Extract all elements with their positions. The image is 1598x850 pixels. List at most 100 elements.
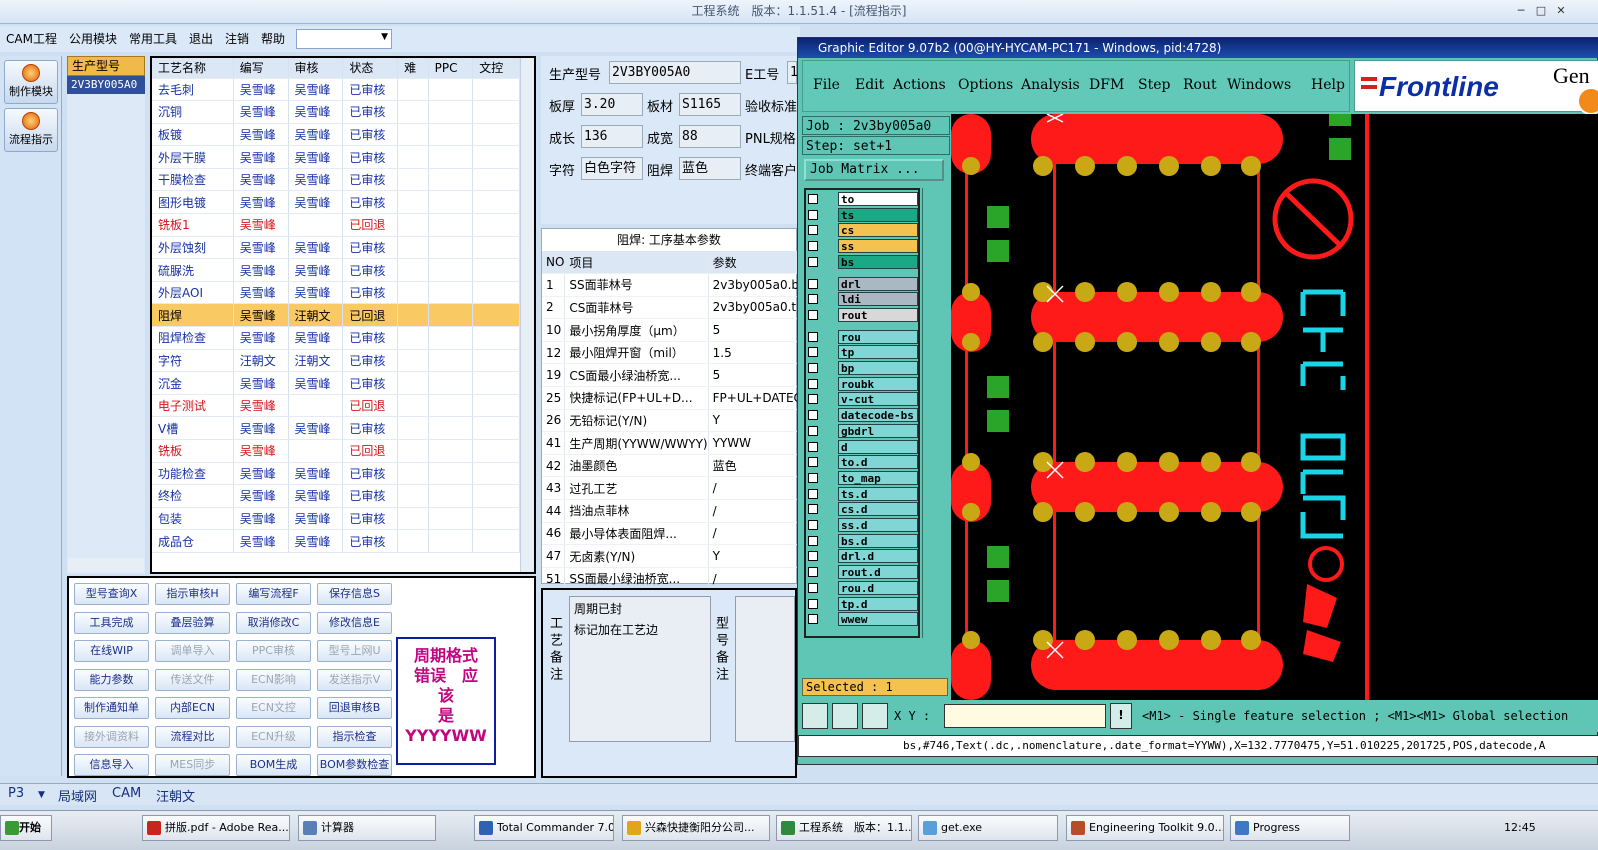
param-column-header[interactable]: 参数 xyxy=(708,251,812,275)
column-header[interactable]: 状态 xyxy=(342,58,399,79)
function-button[interactable]: 回退审核B xyxy=(317,697,392,719)
param-row[interactable]: 46 最小导体表面阻焊... / xyxy=(542,522,812,546)
function-button[interactable]: 取消修改C xyxy=(236,611,311,634)
layer-row[interactable]: wwew xyxy=(806,612,918,627)
function-button[interactable]: BOM参数检查 xyxy=(317,754,392,776)
layer-name[interactable]: to_map xyxy=(838,470,918,485)
process-row[interactable]: 板镀 吴雪峰 吴雪峰 已审核 xyxy=(152,123,520,147)
layer-row[interactable]: tp.d xyxy=(806,596,918,611)
process-row[interactable]: 电子测试 吴雪峰 已回退 xyxy=(152,394,520,418)
layer-checkbox[interactable] xyxy=(808,347,818,358)
ge-menu-edit[interactable]: Edit xyxy=(855,77,884,93)
column-header[interactable]: PPC xyxy=(428,58,474,79)
layer-scrollbar[interactable] xyxy=(922,188,948,638)
layer-checkbox[interactable] xyxy=(808,278,818,289)
param-row[interactable]: 44 挡油点菲林 / xyxy=(542,499,812,523)
ge-menu-windows[interactable]: Windows xyxy=(1227,77,1291,93)
layer-name[interactable]: to xyxy=(838,192,918,206)
process-row[interactable]: 阻焊检查 吴雪峰 吴雪峰 已审核 xyxy=(152,326,520,350)
layer-row[interactable]: to xyxy=(806,192,918,206)
process-row[interactable]: 铣板1 吴雪峰 已回退 xyxy=(152,213,520,237)
function-button[interactable]: 修改信息E xyxy=(317,611,392,634)
model-field[interactable]: 2V3BY005A0 xyxy=(609,61,741,84)
layer-row[interactable]: v-cut xyxy=(806,392,918,407)
taskbar-item[interactable]: get.exe xyxy=(918,815,1058,841)
xy-input[interactable] xyxy=(944,704,1106,728)
flow-guide-button[interactable]: 流程指示 xyxy=(4,108,58,152)
zoom-area-icon[interactable] xyxy=(802,703,828,729)
make-module-button[interactable]: 制作模块 xyxy=(4,60,58,104)
layer-row[interactable]: roubk xyxy=(806,376,918,391)
layer-row[interactable]: d xyxy=(806,439,918,454)
layer-checkbox[interactable] xyxy=(808,331,818,342)
menu-exit[interactable]: 退出 xyxy=(183,26,219,52)
ge-menu-dfm[interactable]: DFM xyxy=(1089,77,1124,93)
maximize-button[interactable]: □ xyxy=(1532,3,1550,19)
layer-name[interactable]: cs xyxy=(838,223,918,238)
layer-row[interactable]: rou xyxy=(806,329,918,344)
param-row[interactable]: 42 油墨颜色 蓝色 xyxy=(542,454,812,478)
measure-icon[interactable] xyxy=(832,703,858,729)
layer-checkbox[interactable] xyxy=(808,294,818,305)
layer-checkbox[interactable] xyxy=(808,598,818,609)
layer-name[interactable]: v-cut xyxy=(838,392,918,407)
layer-name[interactable]: datecode-bs xyxy=(838,408,918,423)
function-button[interactable]: 内部ECN xyxy=(155,697,230,719)
process-row[interactable]: 外层蚀刻 吴雪峰 吴雪峰 已审核 xyxy=(152,236,520,260)
layer-name[interactable]: ss.d xyxy=(838,518,918,532)
status-dropdown-icon[interactable]: ▼ xyxy=(38,790,45,800)
layer-checkbox[interactable] xyxy=(808,225,818,236)
layer-row[interactable]: drl.d xyxy=(806,549,918,564)
ge-menu-analysis[interactable]: Analysis xyxy=(1021,77,1080,93)
ge-menu-help[interactable]: Help xyxy=(1311,77,1345,93)
process-row[interactable]: 功能检查 吴雪峰 吴雪峰 已审核 xyxy=(152,462,520,486)
column-header[interactable]: 工艺名称 xyxy=(152,58,234,79)
layer-checkbox[interactable] xyxy=(808,614,818,625)
layer-checkbox[interactable] xyxy=(808,378,818,389)
process-row[interactable]: V槽 吴雪峰 吴雪峰 已审核 xyxy=(152,416,520,440)
thickness-field[interactable]: 3.20 xyxy=(581,93,643,116)
taskbar-item[interactable]: 拼版.pdf - Adobe Rea... xyxy=(142,815,290,841)
layer-row[interactable]: bs xyxy=(806,254,918,269)
layer-row[interactable]: drl xyxy=(806,276,918,291)
function-button[interactable]: 调单导入 xyxy=(155,640,230,662)
taskbar-item[interactable]: 计算器 xyxy=(298,815,436,841)
menu-tools[interactable]: 常用工具 xyxy=(123,26,183,52)
function-button[interactable]: 编写流程F xyxy=(236,583,311,605)
param-row[interactable]: 19 CS面最小绿油桥宽... 5 xyxy=(542,363,812,388)
function-button[interactable]: 制作通知单 xyxy=(74,697,149,719)
function-button[interactable]: ECN文控 xyxy=(236,697,311,719)
layer-checkbox[interactable] xyxy=(808,309,818,320)
layer-name[interactable]: rout xyxy=(838,307,918,322)
function-button[interactable]: 指示检查 xyxy=(317,725,392,748)
model-note-field[interactable] xyxy=(735,596,795,742)
layer-row[interactable]: cs.d xyxy=(806,502,918,517)
process-row[interactable]: 沉铜 吴雪峰 吴雪峰 已审核 xyxy=(152,100,520,124)
menu-common[interactable]: 公用模块 xyxy=(63,26,123,52)
taskbar-item[interactable]: Engineering Toolkit 9.0... xyxy=(1066,815,1224,841)
char-field[interactable]: 白色字符 xyxy=(581,157,643,180)
layer-name[interactable]: rou.d xyxy=(838,580,918,595)
layer-row[interactable]: rou.d xyxy=(806,580,918,595)
layer-checkbox[interactable] xyxy=(808,441,818,452)
param-row[interactable]: 26 无铅标记(Y/N) Y xyxy=(542,409,812,433)
layer-row[interactable]: cs xyxy=(806,223,918,238)
function-button[interactable]: MES同步 xyxy=(155,754,230,776)
layer-checkbox[interactable] xyxy=(808,425,818,436)
layer-checkbox[interactable] xyxy=(808,582,818,593)
layer-name[interactable]: tp.d xyxy=(838,596,918,611)
param-column-header[interactable]: 项目 xyxy=(564,251,709,275)
layer-checkbox[interactable] xyxy=(808,209,818,220)
param-row[interactable]: 51 SS面最小绿油桥宽... / xyxy=(542,567,812,591)
taskbar-item[interactable]: 兴森快捷衡阳分公司... xyxy=(622,815,770,841)
layer-checkbox[interactable] xyxy=(808,488,818,499)
layer-name[interactable]: bs.d xyxy=(838,533,918,548)
function-button[interactable]: 发送指示V xyxy=(317,668,392,691)
layer-name[interactable]: roubk xyxy=(838,376,918,391)
column-header[interactable]: 审核 xyxy=(288,58,344,79)
mask-field[interactable]: 蓝色 xyxy=(679,157,741,180)
layer-checkbox[interactable] xyxy=(808,256,818,267)
layer-checkbox[interactable] xyxy=(808,194,818,204)
layer-row[interactable]: tp xyxy=(806,345,918,360)
layer-name[interactable]: rout.d xyxy=(838,565,918,580)
